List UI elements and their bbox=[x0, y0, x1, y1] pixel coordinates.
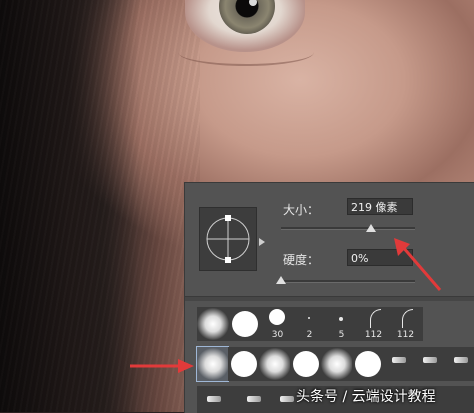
preset-row-1: 30 2 5 112 112 bbox=[197, 307, 423, 341]
brush-size-label: 30 bbox=[271, 330, 284, 340]
brush-preset-panel: 大小： 219 像素 硬度： 0% 30 2 5 112 112 bbox=[184, 182, 474, 413]
brush-preset[interactable]: 112 bbox=[357, 307, 389, 341]
brush-preset[interactable] bbox=[258, 347, 291, 381]
size-slider[interactable] bbox=[281, 227, 415, 230]
hard-round-brush-icon bbox=[292, 351, 319, 377]
watermark: 头条号 / 云端设计教程 bbox=[296, 389, 436, 405]
brush-preset[interactable] bbox=[290, 347, 321, 381]
hardness-slider-thumb[interactable] bbox=[276, 276, 286, 284]
hard-round-brush-icon bbox=[354, 351, 381, 377]
brush-preset[interactable]: 2 bbox=[293, 307, 325, 341]
preset-row-2 bbox=[196, 346, 474, 382]
hard-round-brush-icon bbox=[230, 351, 257, 377]
brush-preset[interactable] bbox=[196, 346, 229, 382]
brush-tip-icon[interactable] bbox=[247, 396, 261, 402]
hair-texture bbox=[0, 0, 200, 412]
brush-preset[interactable] bbox=[228, 347, 259, 381]
expand-arrow-icon[interactable] bbox=[259, 238, 265, 246]
soft-round-brush-icon bbox=[258, 348, 291, 380]
brush-tip-icon bbox=[453, 357, 468, 363]
brush-tip-icon[interactable] bbox=[207, 396, 221, 402]
annotation-arrow-hardness bbox=[394, 238, 442, 291]
brush-size-label: 112 bbox=[396, 330, 415, 340]
size-input[interactable]: 219 像素 bbox=[347, 198, 413, 215]
brush-preset[interactable] bbox=[229, 307, 261, 341]
hard-round-brush-icon bbox=[232, 311, 258, 337]
brush-tip-icon bbox=[422, 357, 437, 363]
hard-round-brush-icon bbox=[269, 309, 285, 325]
brush-preset[interactable]: 30 bbox=[261, 307, 293, 341]
brush-size-label: 2 bbox=[306, 330, 313, 340]
brush-angle-icon bbox=[206, 215, 250, 263]
size-slider-thumb[interactable] bbox=[365, 224, 376, 232]
brush-preset[interactable]: 112 bbox=[389, 307, 421, 341]
brush-preset[interactable] bbox=[414, 347, 445, 381]
stroke-brush-icon bbox=[370, 309, 381, 328]
brush-preset[interactable] bbox=[383, 347, 414, 381]
brush-size-label: 112 bbox=[364, 330, 383, 340]
small-dot-brush-icon bbox=[308, 317, 310, 319]
soft-round-brush-icon bbox=[320, 348, 353, 380]
annotation-arrow-preset bbox=[130, 359, 194, 373]
brush-preset[interactable] bbox=[445, 347, 474, 381]
stroke-brush-icon bbox=[402, 309, 413, 328]
iris bbox=[219, 0, 275, 34]
brush-preset[interactable] bbox=[197, 307, 229, 341]
eye bbox=[185, 0, 305, 52]
soft-round-brush-icon bbox=[196, 348, 229, 380]
panel-divider bbox=[185, 296, 474, 301]
brush-preset[interactable] bbox=[352, 347, 383, 381]
hardness-label: 硬度： bbox=[283, 253, 320, 267]
brush-tip-icon bbox=[391, 357, 406, 363]
brush-angle-preview[interactable] bbox=[199, 207, 257, 271]
brush-preset[interactable]: 5 bbox=[325, 307, 357, 341]
brush-preset[interactable] bbox=[320, 347, 353, 381]
brush-size-label: 5 bbox=[338, 330, 345, 340]
soft-round-brush-icon bbox=[197, 308, 229, 340]
small-dot-brush-icon bbox=[339, 317, 343, 321]
size-label: 大小： bbox=[283, 203, 320, 217]
